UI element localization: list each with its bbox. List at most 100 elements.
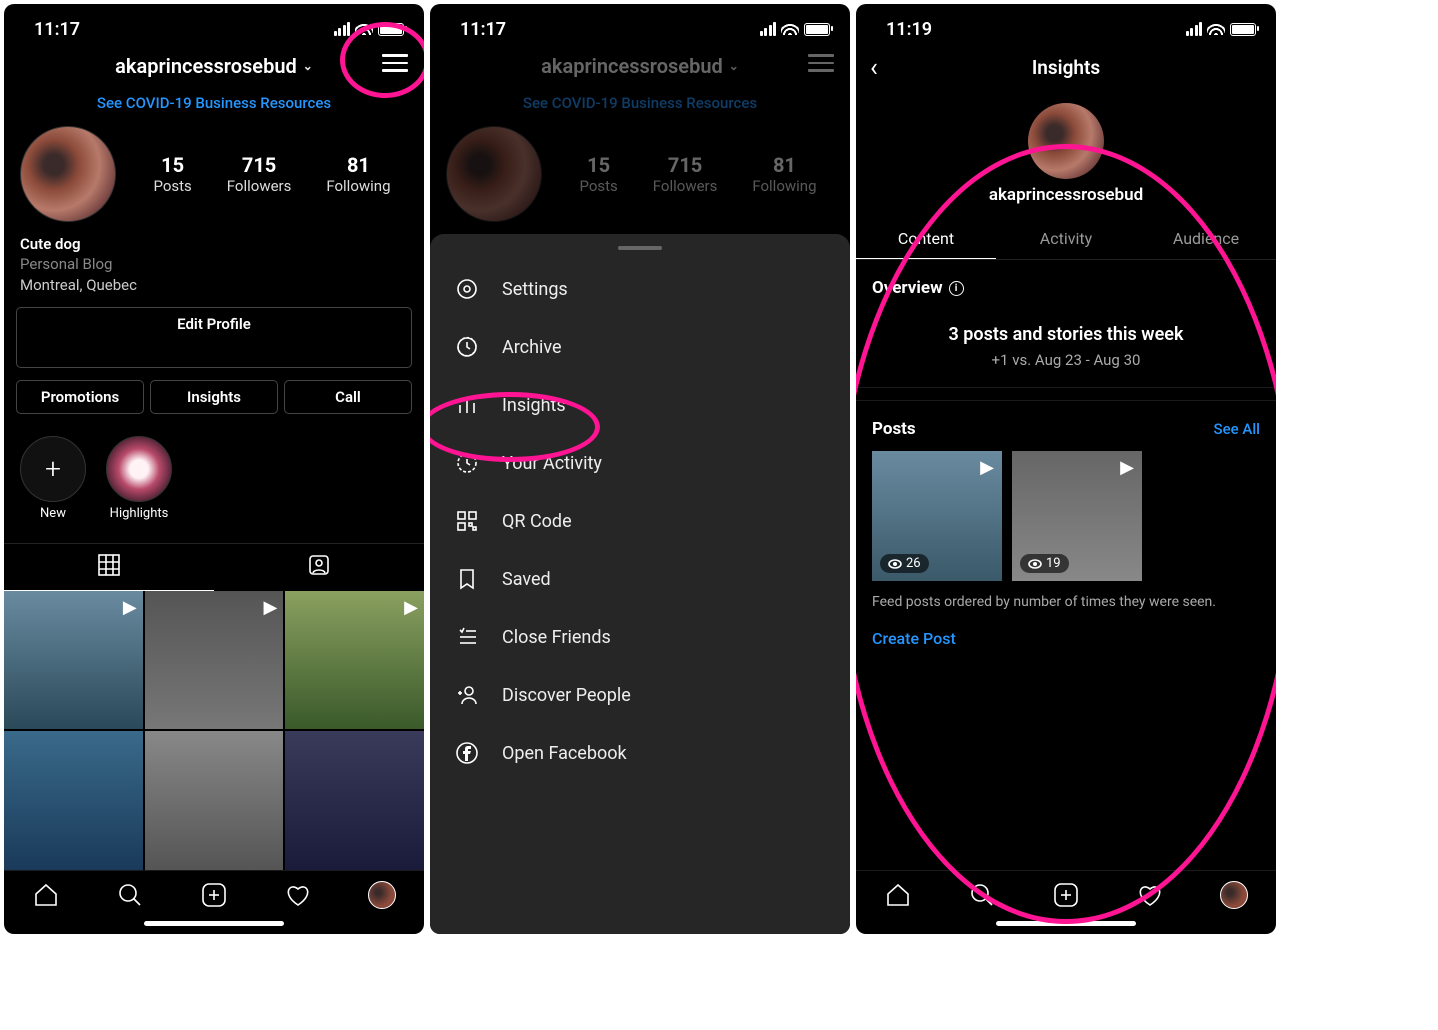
menu-item-saved[interactable]: Saved: [430, 550, 850, 608]
overview-label: Overview: [872, 278, 943, 298]
bio-location: Montreal, Quebec: [20, 275, 408, 295]
tab-grid[interactable]: [4, 544, 214, 591]
status-icons: [334, 19, 405, 40]
sheet-handle[interactable]: [618, 246, 662, 250]
insights-tabs: Content Activity Audience: [856, 219, 1276, 260]
post-thumb[interactable]: ▶ 26: [872, 451, 1002, 581]
status-icons: [1186, 19, 1257, 40]
highlight-item[interactable]: Highlights: [106, 436, 172, 521]
status-time: 11:17: [34, 19, 80, 40]
nav-home-icon[interactable]: [32, 881, 60, 909]
posts-section: Posts See All ▶ 26 ▶ 19 Feed posts order…: [856, 401, 1276, 666]
list-star-icon: [454, 624, 480, 650]
stat-following[interactable]: 81 Following: [326, 153, 390, 195]
archive-icon: [454, 334, 480, 360]
menu-item-activity[interactable]: Your Activity: [430, 434, 850, 492]
post-thumbnail[interactable]: [4, 731, 143, 870]
tagged-icon: [308, 554, 330, 576]
signal-icon: [1186, 22, 1203, 36]
screen-insights: 11:19 ‹ Insights akaprincessrosebud Cont…: [856, 4, 1276, 934]
highlight-new[interactable]: New: [20, 436, 86, 521]
nav-search-icon[interactable]: [116, 881, 144, 909]
bottom-nav: [856, 870, 1276, 915]
nav-profile-icon[interactable]: [1220, 881, 1248, 909]
tab-content[interactable]: Content: [856, 219, 996, 259]
bookmark-icon: [454, 566, 480, 592]
menu-item-qr[interactable]: QR Code: [430, 492, 850, 550]
username-dropdown[interactable]: akaprincessrosebud ⌄: [115, 54, 313, 78]
nav-create-icon[interactable]: [1052, 881, 1080, 909]
post-thumbnail[interactable]: ▶: [285, 591, 424, 730]
profile-tabs: [4, 543, 424, 591]
highlight-thumbnail: [106, 436, 172, 502]
post-thumbnail[interactable]: ▶: [145, 591, 284, 730]
status-bar: 11:17: [430, 4, 850, 44]
covid-resources-link[interactable]: See COVID-19 Business Resources: [4, 88, 424, 126]
clock-icon: [454, 450, 480, 476]
posts-label: Posts: [872, 419, 916, 439]
info-icon[interactable]: i: [949, 281, 964, 296]
profile-header: akaprincessrosebud ⌄: [4, 44, 424, 88]
menu-sheet: Settings Archive Insights Your Activity …: [430, 234, 850, 934]
menu-item-archive[interactable]: Archive: [430, 318, 850, 376]
avatar-icon: [1220, 881, 1248, 909]
posts-caption: Feed posts ordered by number of times th…: [872, 593, 1260, 613]
tab-audience[interactable]: Audience: [1136, 219, 1276, 259]
create-post-link[interactable]: Create Post: [872, 629, 1260, 648]
nav-profile-icon[interactable]: [368, 881, 396, 909]
add-person-icon: [454, 682, 480, 708]
signal-icon: [760, 22, 777, 36]
gear-icon: [454, 276, 480, 302]
status-time: 11:19: [886, 19, 932, 40]
bio-category: Personal Blog: [20, 254, 408, 274]
post-thumbnail[interactable]: [285, 731, 424, 870]
profile-stats-row: 15 Posts 715 Followers 81 Following: [4, 126, 424, 234]
wifi-icon: [1207, 19, 1225, 40]
wifi-icon: [781, 19, 799, 40]
promotions-button[interactable]: Promotions: [16, 380, 144, 414]
edit-profile-button[interactable]: Edit Profile: [16, 307, 412, 368]
nav-home-icon[interactable]: [884, 881, 912, 909]
stat-followers[interactable]: 715 Followers: [227, 153, 292, 195]
insights-username: akaprincessrosebud: [856, 185, 1276, 205]
menu-item-insights[interactable]: Insights: [430, 376, 850, 434]
call-button[interactable]: Call: [284, 380, 412, 414]
insights-avatar: [1028, 103, 1104, 179]
profile-bio: Cute dog Personal Blog Montreal, Quebec: [4, 234, 424, 295]
see-all-link[interactable]: See All: [1214, 420, 1260, 438]
menu-item-facebook[interactable]: Open Facebook: [430, 724, 850, 782]
hamburger-menu-icon[interactable]: [382, 54, 408, 72]
tab-activity[interactable]: Activity: [996, 219, 1136, 259]
nav-activity-icon[interactable]: [284, 881, 312, 909]
screen-profile: 11:17 akaprincessrosebud ⌄ See COVID-19 …: [4, 4, 424, 934]
nav-search-icon[interactable]: [968, 881, 996, 909]
username-text: akaprincessrosebud: [115, 54, 297, 78]
profile-avatar[interactable]: [20, 126, 116, 222]
grid-icon: [98, 554, 120, 576]
nav-create-icon[interactable]: [200, 881, 228, 909]
menu-item-settings[interactable]: Settings: [430, 260, 850, 318]
battery-icon: [804, 23, 830, 36]
eye-icon: [888, 559, 902, 569]
status-time: 11:17: [460, 19, 506, 40]
back-icon[interactable]: ‹: [870, 53, 878, 83]
tab-tagged[interactable]: [214, 544, 424, 591]
post-thumb[interactable]: ▶ 19: [1012, 451, 1142, 581]
menu-item-discover[interactable]: Discover People: [430, 666, 850, 724]
nav-activity-icon[interactable]: [1136, 881, 1164, 909]
menu-item-close-friends[interactable]: Close Friends: [430, 608, 850, 666]
insights-button[interactable]: Insights: [150, 380, 278, 414]
post-thumbnail[interactable]: ▶: [4, 591, 143, 730]
insights-header: ‹ Insights: [856, 44, 1276, 91]
plus-icon: [20, 436, 86, 502]
overview-section: Overview i 3 posts and stories this week…: [856, 260, 1276, 387]
signal-icon: [334, 22, 351, 36]
posts-grid: ▶ ▶ ▶: [4, 591, 424, 870]
stat-posts[interactable]: 15 Posts: [153, 153, 191, 195]
story-highlights: New Highlights: [4, 422, 424, 535]
facebook-icon: [454, 740, 480, 766]
chevron-down-icon: ⌄: [303, 59, 313, 73]
post-thumbnail[interactable]: [145, 731, 284, 870]
overview-sub: +1 vs. Aug 23 - Aug 30: [872, 351, 1260, 369]
home-indicator: [996, 921, 1136, 926]
